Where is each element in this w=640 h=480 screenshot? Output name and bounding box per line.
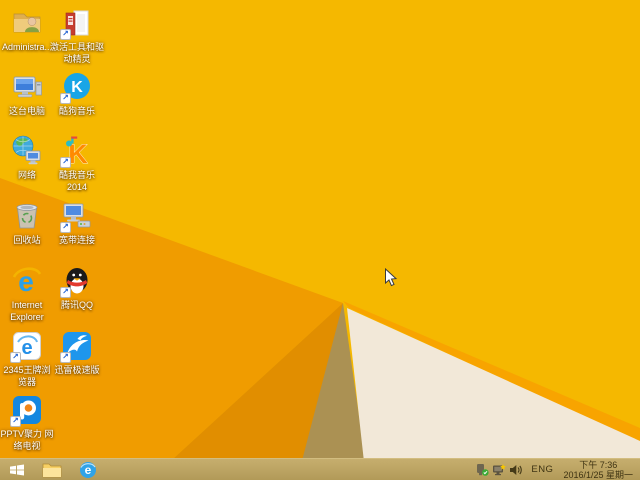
internet-explorer-button[interactable]: e: [70, 459, 106, 480]
internet-explorer-icon: e: [79, 461, 97, 479]
desktop-icon-label: 宽带连接: [50, 235, 104, 247]
desktop-icon-administrator[interactable]: Administra...: [0, 7, 54, 54]
desktop-icon-label: 激活工具和驱 动精灵: [50, 42, 104, 65]
desktop-icon-label: 酷狗音乐: [50, 106, 104, 118]
2345-browser-icon: e ↗: [11, 330, 43, 362]
desktop-icon-broadband[interactable]: ↗ 宽带连接: [50, 200, 104, 247]
desktop-icon-network[interactable]: 网络: [0, 135, 54, 182]
desktop-icon-label: 网络: [0, 170, 54, 182]
computer-icon: [11, 71, 43, 103]
desktop-icon-internet-explorer[interactable]: e Internet Explorer: [0, 265, 54, 323]
desktop-icon-tencent-qq[interactable]: ↗ 腾讯QQ: [50, 265, 104, 312]
desktop-icon-recycle-bin[interactable]: 回收站: [0, 200, 54, 247]
safely-remove-hardware-icon[interactable]: [473, 459, 490, 480]
start-button[interactable]: [0, 459, 34, 480]
kuwo-k-icon: K ↗: [61, 135, 93, 167]
qq-penguin-icon: ↗: [61, 265, 93, 297]
desktop-icon-kuwo-music[interactable]: K ↗ 酷我音乐 2014: [50, 135, 104, 193]
kugou-k-icon: K ↗: [61, 71, 93, 103]
activation-tools-icon: ↗: [61, 7, 93, 39]
windows-logo-icon: [9, 463, 25, 477]
desktop-icon-pptv[interactable]: ↗ PPTV聚力 网 络电视: [0, 394, 54, 452]
language-indicator[interactable]: ENG: [524, 464, 560, 475]
xunlei-bird-icon: ↗: [61, 330, 93, 362]
shortcut-arrow-icon: ↗: [60, 352, 71, 363]
desktop-icon-label: 腾讯QQ: [50, 300, 104, 312]
svg-text:e: e: [21, 337, 32, 359]
recycle-bin-icon: [11, 200, 43, 232]
folder-icon: [42, 462, 62, 478]
clock-time: 下午 7:36: [563, 460, 633, 470]
desktop-icon-2345-browser[interactable]: e ↗ 2345王牌浏 览器: [0, 330, 54, 388]
desktop-icon-label: 酷我音乐 2014: [50, 170, 104, 193]
desktop-icon-label: 迅雷极速版: [50, 365, 104, 377]
shortcut-arrow-icon: ↗: [10, 416, 21, 427]
svg-text:K: K: [71, 79, 83, 96]
mouse-cursor: [384, 268, 398, 293]
clock-date: 2016/1/25 星期一: [563, 470, 633, 480]
shortcut-arrow-icon: ↗: [60, 157, 71, 168]
shortcut-arrow-icon: ↗: [60, 287, 71, 298]
shortcut-arrow-icon: ↗: [10, 352, 21, 363]
desktop: Administra... ↗ 激活工具和驱 动精灵: [0, 0, 640, 480]
pptv-icon: ↗: [11, 394, 43, 426]
svg-text:e: e: [85, 463, 92, 477]
system-tray: ENG 下午 7:36 2016/1/25 星期一: [473, 459, 640, 480]
shortcut-arrow-icon: ↗: [60, 29, 71, 40]
broadband-connection-icon: ↗: [61, 200, 93, 232]
user-folder-icon: [11, 7, 43, 39]
desktop-icon-label: PPTV聚力 网 络电视: [0, 429, 54, 452]
desktop-icon-kugou-music[interactable]: K ↗ 酷狗音乐: [50, 71, 104, 118]
desktop-icon-label: 2345王牌浏 览器: [0, 365, 54, 388]
clock[interactable]: 下午 7:36 2016/1/25 星期一: [560, 460, 640, 480]
volume-icon[interactable]: [507, 459, 524, 480]
network-globe-icon: [11, 135, 43, 167]
taskbar: e: [0, 458, 640, 480]
file-explorer-button[interactable]: [34, 459, 70, 480]
desktop-icon-xunlei[interactable]: ↗ 迅雷极速版: [50, 330, 104, 377]
desktop-icon-this-pc[interactable]: 这台电脑: [0, 71, 54, 118]
desktop-icon-activation-tools[interactable]: ↗ 激活工具和驱 动精灵: [50, 7, 104, 65]
desktop-icon-label: Administra...: [0, 42, 54, 54]
desktop-icon-label: Internet Explorer: [0, 300, 54, 323]
network-status-warning-icon[interactable]: [490, 459, 507, 480]
desktop-icon-label: 这台电脑: [0, 106, 54, 118]
internet-explorer-icon: e: [11, 265, 43, 297]
shortcut-arrow-icon: ↗: [60, 93, 71, 104]
desktop-icon-label: 回收站: [0, 235, 54, 247]
shortcut-arrow-icon: ↗: [60, 222, 71, 233]
